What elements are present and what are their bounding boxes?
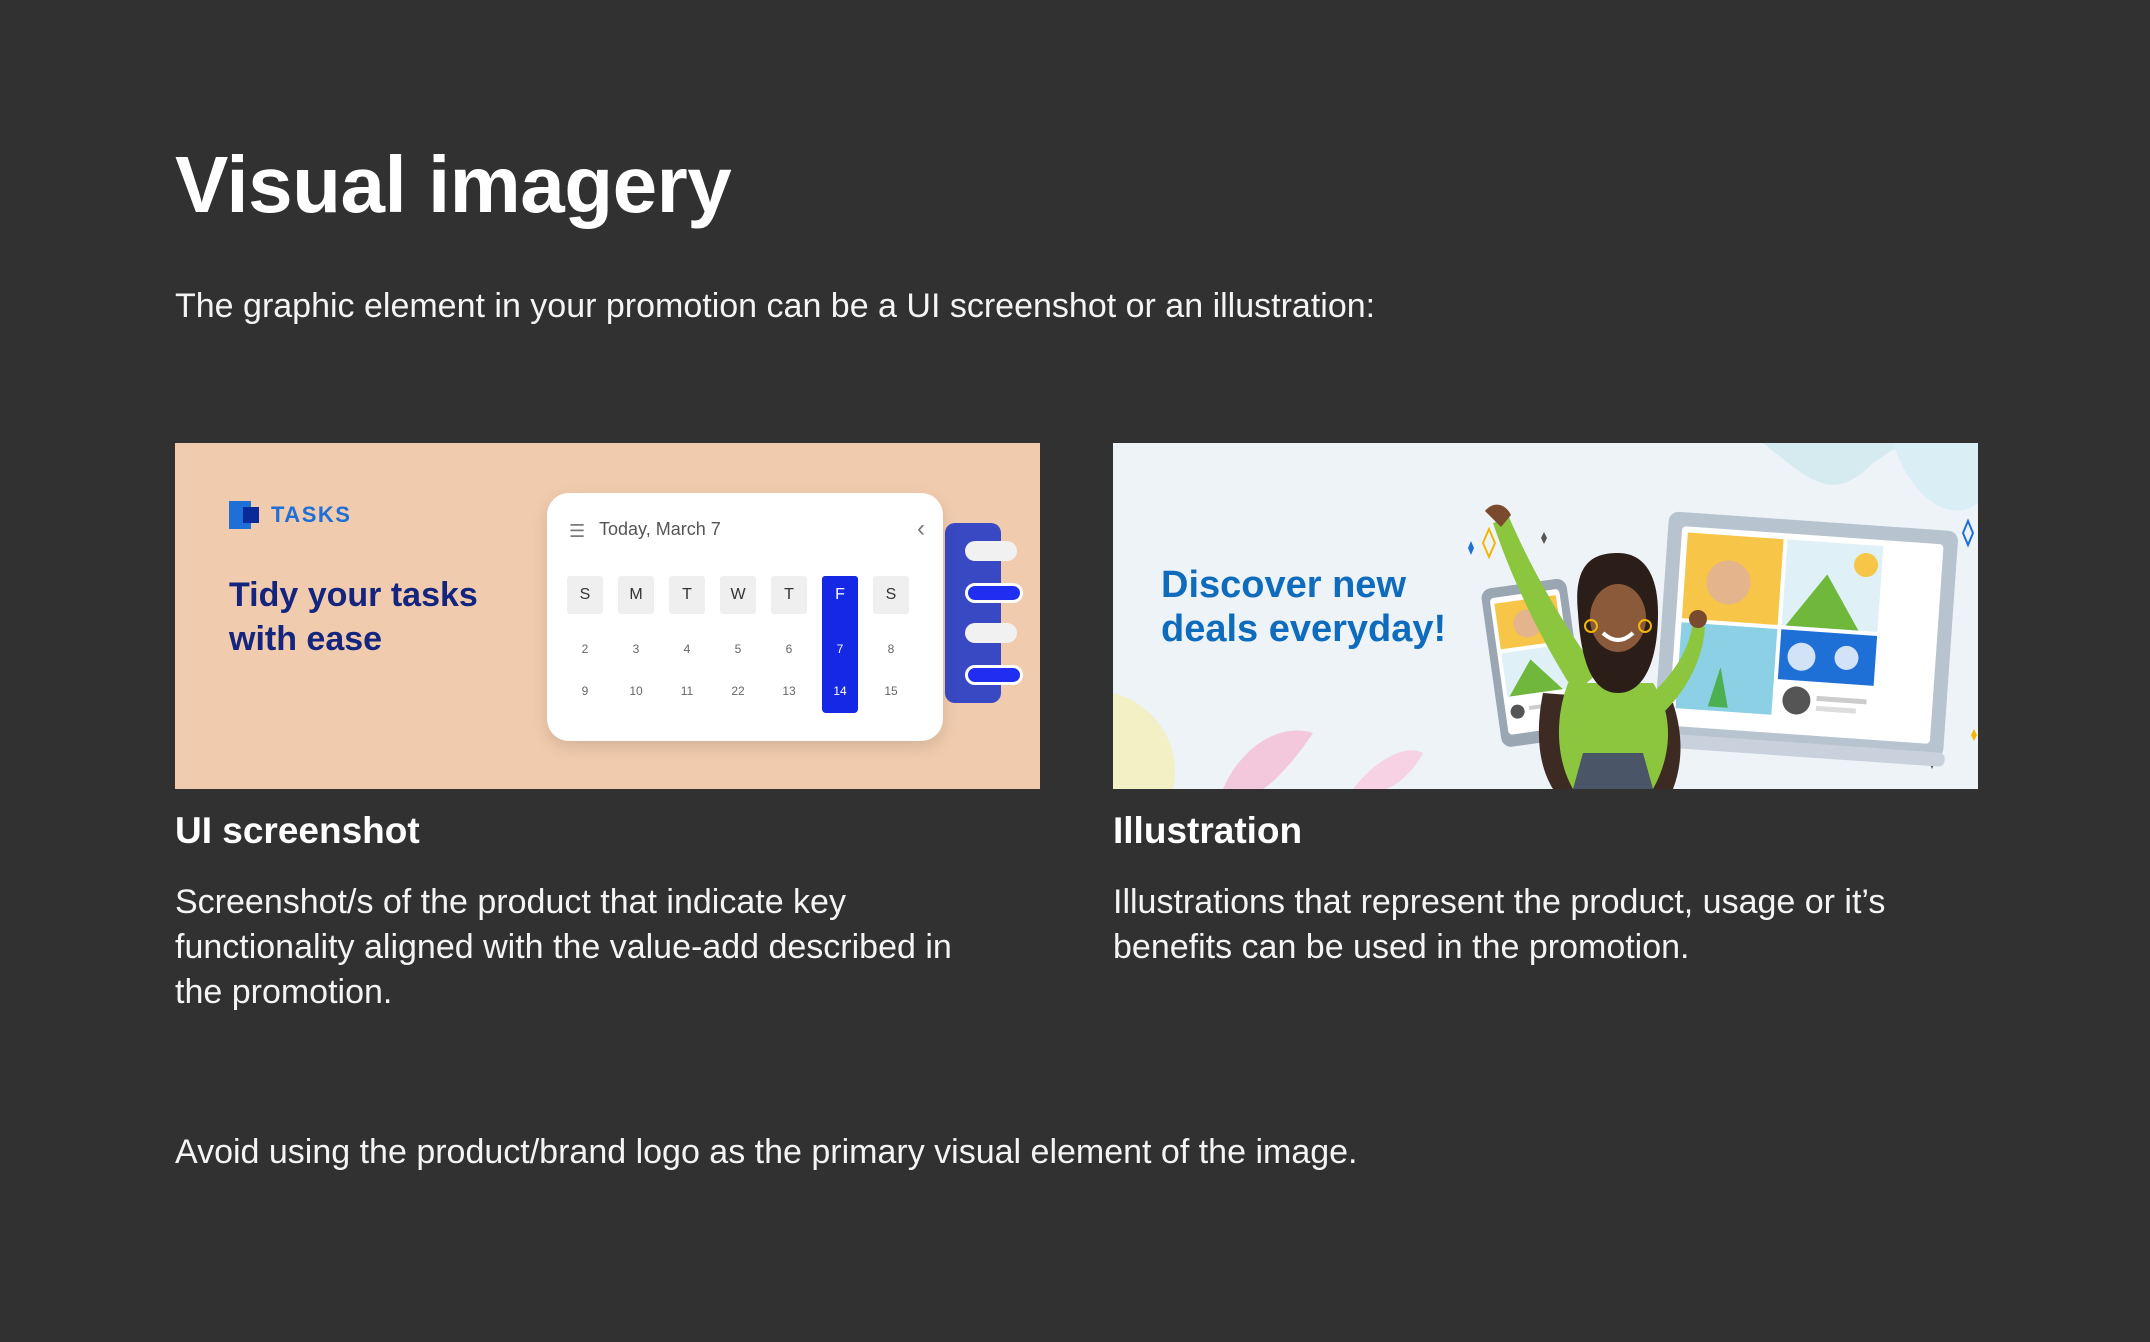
page-title: Visual imagery (175, 140, 732, 229)
calendar-day-header: M (618, 576, 654, 614)
calendar-date: 14 (833, 684, 847, 698)
calendar-day-header: T (669, 576, 705, 614)
calendar-day-header: T (771, 576, 807, 614)
illustration-title: Illustration (1113, 810, 1303, 851)
calendar-date: 22 (731, 684, 745, 698)
calendar-date: 10 (629, 684, 643, 698)
deals-headline: Discover new deals everyday! (1161, 564, 1447, 650)
intro-text: The graphic element in your promotion ca… (175, 287, 1376, 325)
chevron-left-icon: ‹ (917, 515, 925, 542)
calendar-day-column: S 2 9 (567, 576, 603, 713)
calendar-date: 3 (632, 642, 640, 656)
ui-screenshot-example-image: TASKS Tidy your tasks with ease ☰ Today,… (175, 443, 1040, 789)
calendar-date-label: Today, March 7 (599, 519, 721, 539)
calendar-date: 11 (680, 684, 694, 698)
toggle-pill (965, 623, 1017, 643)
calendar-date: 4 (683, 642, 691, 656)
hamburger-menu-icon: ☰ (569, 521, 586, 541)
calendar-date: 9 (581, 684, 589, 698)
toggle-pill (965, 583, 1023, 603)
tasks-logo-text: TASKS (271, 502, 352, 527)
footer-note: Avoid using the product/brand logo as th… (175, 1133, 1358, 1171)
calendar-day-column-selected: F 7 14 (822, 576, 858, 713)
calendar-widget: ☰ Today, March 7 ‹ S 2 9 M 3 10 T 4 11 W… (547, 493, 943, 741)
calendar-day-header: W (720, 576, 756, 614)
toggle-pill (965, 665, 1023, 685)
calendar-day-header: S (873, 576, 909, 614)
calendar-day-column: T 4 11 (669, 576, 705, 713)
calendar-date: 2 (581, 642, 589, 656)
calendar-day-column: W 5 22 (720, 576, 756, 713)
tasks-logo: TASKS (229, 501, 351, 529)
tasks-headline: Tidy your tasks with ease (229, 576, 478, 658)
calendar-date: 7 (836, 642, 844, 656)
ui-screenshot-title: UI screenshot (175, 810, 420, 851)
toggle-pill (965, 541, 1017, 561)
calendar-date: 8 (887, 642, 895, 656)
side-toggle-panel (945, 523, 1023, 703)
calendar-date: 15 (884, 684, 898, 698)
illustration-description: Illustrations that represent the product… (1113, 883, 1886, 966)
illustration-example-image: Discover new deals everyday! (1113, 443, 1978, 789)
calendar-date: 5 (734, 642, 742, 656)
calendar-date: 13 (782, 684, 796, 698)
calendar-day-header: S (567, 576, 603, 614)
calendar-day-column: T 6 13 (771, 576, 807, 713)
calendar-day-column: M 3 10 (618, 576, 654, 713)
ui-screenshot-description: Screenshot/s of the product that indicat… (175, 883, 952, 1011)
calendar-date: 6 (785, 642, 793, 656)
tasks-logo-icon (229, 501, 259, 529)
calendar-day-header: F (822, 576, 858, 614)
calendar-day-column: S 8 15 (873, 576, 909, 713)
